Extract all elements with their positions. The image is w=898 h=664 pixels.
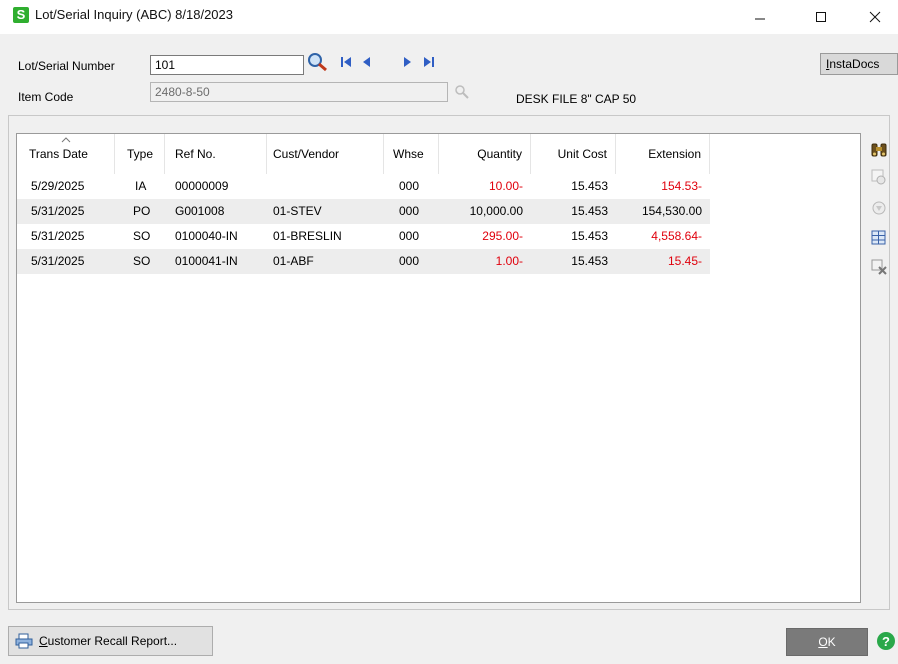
column-header-whse[interactable]: Whse xyxy=(384,134,439,174)
cell-type: SO xyxy=(133,254,151,268)
next-record-button[interactable] xyxy=(399,54,415,70)
first-record-icon xyxy=(341,57,351,67)
lookup-button[interactable] xyxy=(306,52,330,72)
grid-header: Trans Date Type Ref No. Cust/Vendor Whse… xyxy=(17,134,860,174)
maximize-icon xyxy=(816,12,826,22)
binoculars-icon xyxy=(871,143,887,157)
cell-unit-cost: 15.453 xyxy=(571,179,608,193)
help-button[interactable]: ? xyxy=(876,631,896,651)
cell-unit-cost: 15.453 xyxy=(571,204,608,218)
cell-cust-vendor: 01-BRESLIN xyxy=(273,229,342,243)
grid-settings-button[interactable] xyxy=(870,229,888,247)
table-row[interactable]: 5/31/2025 SO 0100040-IN 01-BRESLIN 000 2… xyxy=(17,224,710,249)
last-record-icon xyxy=(424,57,434,67)
close-icon xyxy=(869,11,881,23)
table-row[interactable]: 5/31/2025 SO 0100041-IN 01-ABF 000 1.00-… xyxy=(17,249,710,274)
previous-record-icon xyxy=(363,57,370,67)
cell-quantity: 295.00- xyxy=(482,229,523,243)
cell-whse: 000 xyxy=(399,179,420,193)
copy-icon xyxy=(872,201,886,215)
cell-type: IA xyxy=(135,179,147,193)
transactions-grid[interactable]: Trans Date Type Ref No. Cust/Vendor Whse… xyxy=(16,133,861,603)
first-record-button[interactable] xyxy=(338,54,354,70)
last-record-button[interactable] xyxy=(421,54,437,70)
drill-down-icon xyxy=(871,169,886,185)
ok-label: K xyxy=(827,635,836,649)
cell-extension: 15.45- xyxy=(667,254,702,268)
lot-serial-label: Lot/Serial Number xyxy=(18,59,115,73)
lot-serial-input[interactable]: 101 xyxy=(150,55,304,75)
svg-text:?: ? xyxy=(882,634,890,649)
recall-label-mnemonic: C xyxy=(39,634,48,648)
instadocs-button[interactable]: InstaDocs xyxy=(820,53,898,75)
cell-ref-no: G001008 xyxy=(175,204,225,218)
table-row[interactable]: 5/31/2025 PO G001008 01-STEV 000 10,000.… xyxy=(17,199,710,224)
previous-record-button[interactable] xyxy=(359,54,375,70)
copy-button xyxy=(870,199,888,217)
item-code-label: Item Code xyxy=(18,90,74,104)
clear-filter-button[interactable] xyxy=(870,258,888,276)
window-title: Lot/Serial Inquiry (ABC) 8/18/2023 xyxy=(35,7,233,22)
sort-ascending-icon xyxy=(61,137,71,143)
customer-recall-report-button[interactable]: Customer Recall Report... xyxy=(8,626,213,656)
column-header-trans-date[interactable]: Trans Date xyxy=(17,134,115,174)
app-logo-icon: S xyxy=(13,7,29,23)
find-button[interactable] xyxy=(870,141,888,159)
column-header-ref-no[interactable]: Ref No. xyxy=(165,134,267,174)
column-header-label: Trans Date xyxy=(29,147,88,161)
cell-ref-no: 0100041-IN xyxy=(175,254,238,268)
cell-trans-date: 5/31/2025 xyxy=(31,254,85,268)
help-icon: ? xyxy=(877,632,895,650)
minimize-icon xyxy=(755,18,765,20)
cell-quantity: 1.00- xyxy=(495,254,523,268)
instadocs-label: nstaDocs xyxy=(829,57,880,71)
minimize-button[interactable] xyxy=(737,0,783,34)
cell-trans-date: 5/29/2025 xyxy=(31,179,85,193)
ok-button[interactable]: OK xyxy=(786,628,868,656)
item-description: DESK FILE 8" CAP 50 xyxy=(516,92,637,106)
column-header-unit-cost[interactable]: Unit Cost xyxy=(531,134,616,174)
magnifier-icon xyxy=(308,53,327,72)
cell-unit-cost: 15.453 xyxy=(571,254,608,268)
close-button[interactable] xyxy=(852,0,898,34)
cell-quantity: 10.00- xyxy=(488,179,523,193)
cell-type: SO xyxy=(133,229,151,243)
cell-extension: 154,530.00 xyxy=(641,204,702,218)
title-bar: S Lot/Serial Inquiry (ABC) 8/18/2023 xyxy=(0,0,898,34)
cell-whse: 000 xyxy=(399,254,420,268)
cell-ref-no: 0100040-IN xyxy=(175,229,238,243)
ok-label-mnemonic: O xyxy=(818,635,828,649)
column-header-extension[interactable]: Extension xyxy=(616,134,710,174)
cell-ref-no: 00000009 xyxy=(175,179,229,193)
item-code-field: 2480-8-50 xyxy=(150,82,448,102)
maximize-button[interactable] xyxy=(798,0,844,34)
recall-label: ustomer Recall Report... xyxy=(47,634,178,648)
cell-extension: 4,558.64- xyxy=(651,229,702,243)
cell-trans-date: 5/31/2025 xyxy=(31,204,85,218)
cell-extension: 154.53- xyxy=(661,179,702,193)
column-header-type[interactable]: Type xyxy=(115,134,165,174)
column-header-quantity[interactable]: Quantity xyxy=(439,134,531,174)
drill-down-button xyxy=(870,168,888,186)
next-record-icon xyxy=(404,57,411,67)
grid-icon xyxy=(871,230,886,245)
cell-cust-vendor: 01-STEV xyxy=(273,204,322,218)
cell-type: PO xyxy=(133,204,151,218)
cell-cust-vendor xyxy=(267,174,384,199)
item-lookup-button[interactable] xyxy=(452,84,472,105)
clear-filter-icon xyxy=(871,259,887,275)
item-lookup-icon xyxy=(455,85,469,99)
cell-quantity: 10,000.00 xyxy=(469,204,523,218)
cell-whse: 000 xyxy=(399,229,420,243)
printer-icon xyxy=(15,633,33,649)
table-row[interactable]: 5/29/2025 IA 00000009 000 10.00- 15.453 … xyxy=(17,174,710,199)
cell-whse: 000 xyxy=(399,204,420,218)
cell-unit-cost: 15.453 xyxy=(571,229,608,243)
column-header-cust-vendor[interactable]: Cust/Vendor xyxy=(267,134,384,174)
cell-cust-vendor: 01-ABF xyxy=(273,254,314,268)
cell-trans-date: 5/31/2025 xyxy=(31,229,85,243)
